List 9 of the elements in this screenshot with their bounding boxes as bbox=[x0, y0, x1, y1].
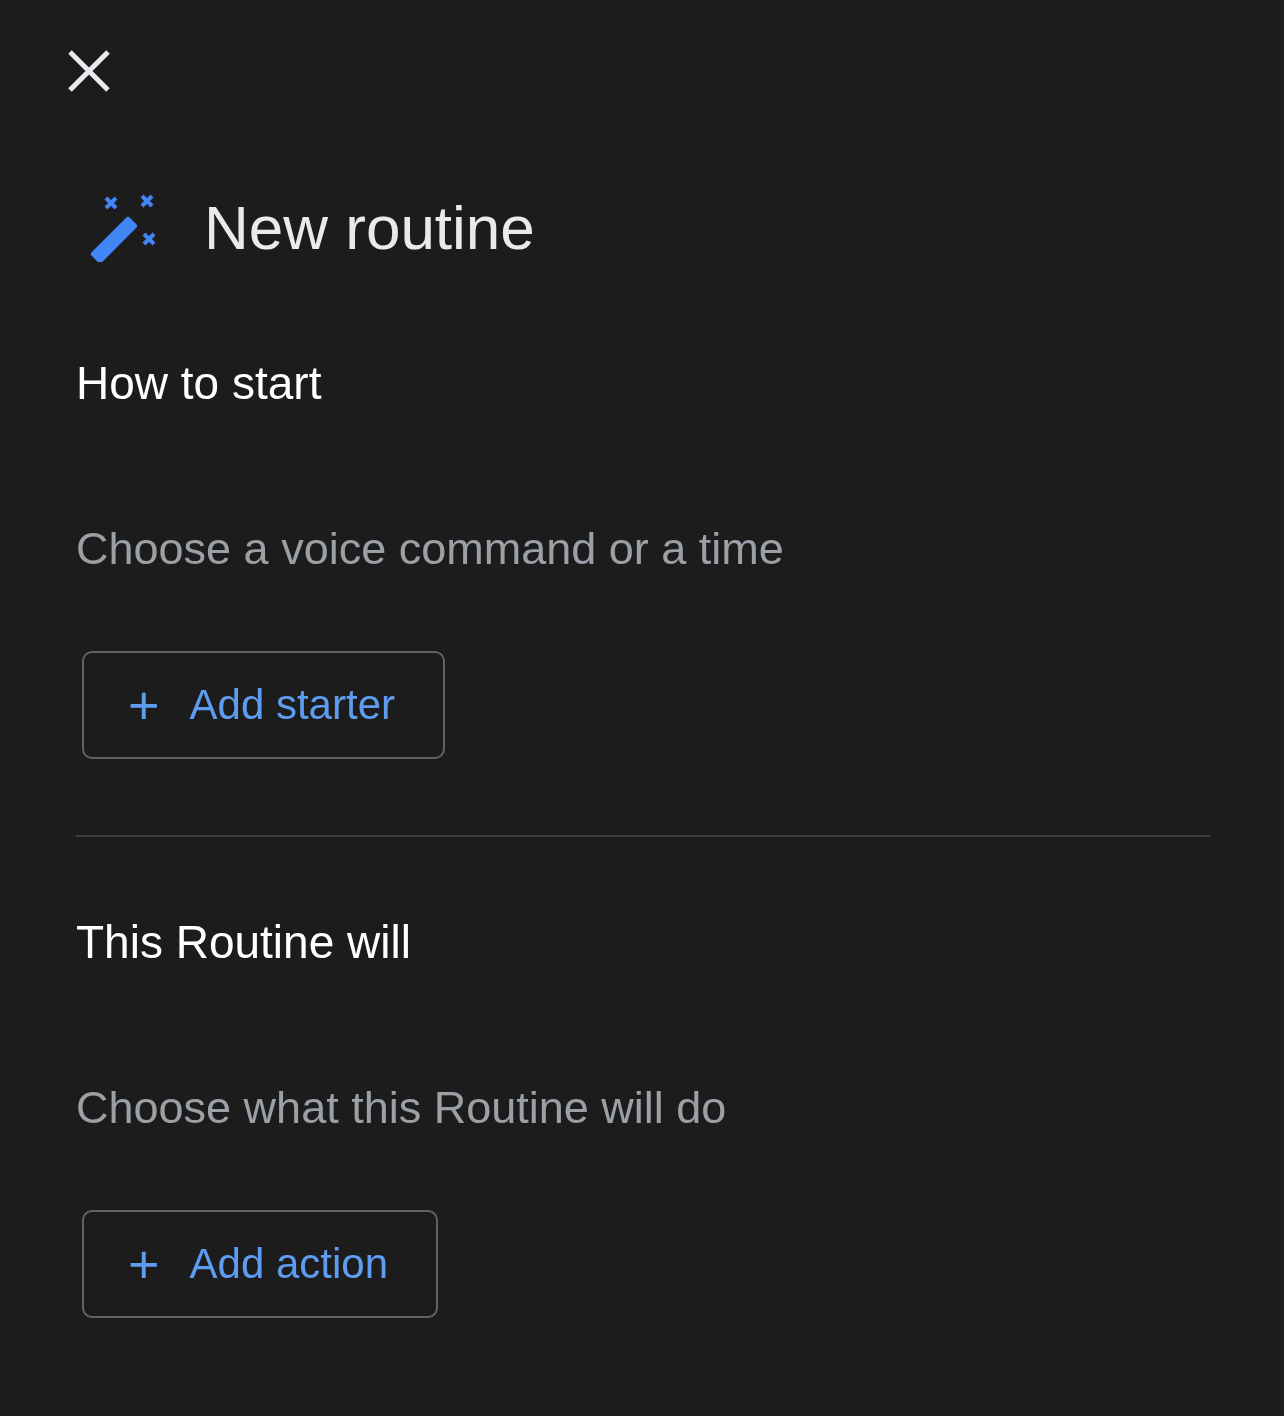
close-icon[interactable] bbox=[66, 48, 112, 94]
section-description: Choose what this Routine will do bbox=[76, 1085, 728, 1130]
section-description: Choose a voice command or a time bbox=[76, 526, 785, 571]
add-button[interactable]: + Add starter bbox=[82, 651, 445, 759]
section-heading: How to start bbox=[76, 360, 323, 406]
magic-wand-icon bbox=[88, 194, 158, 262]
page-title: New routine bbox=[204, 197, 535, 259]
section-heading: This Routine will bbox=[76, 919, 412, 965]
add-button[interactable]: + Add action bbox=[82, 1210, 439, 1318]
